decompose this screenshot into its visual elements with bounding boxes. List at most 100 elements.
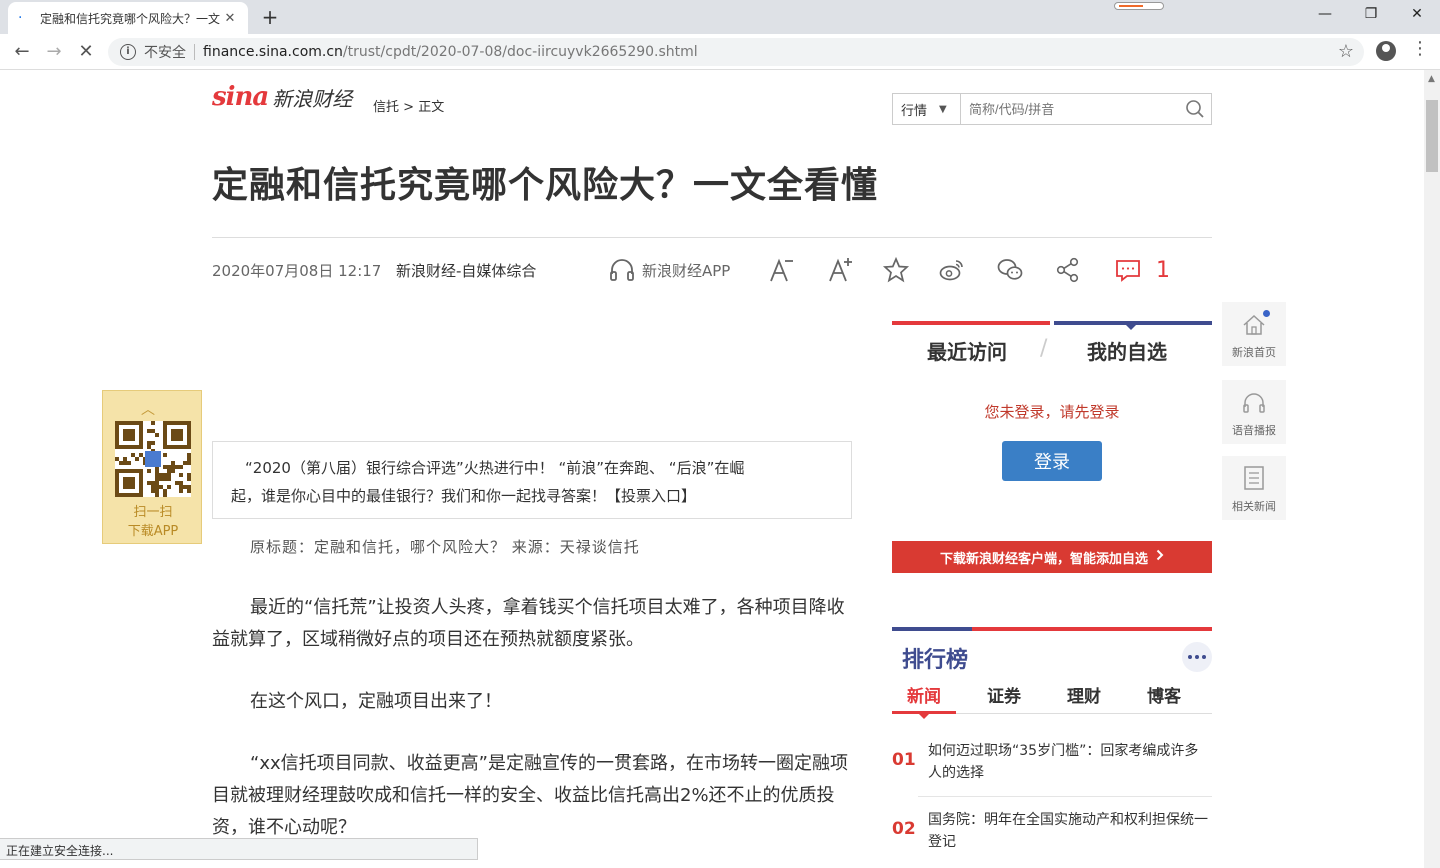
app-link[interactable]: 新浪财经APP (608, 256, 730, 284)
chevron-down-icon: ▼ (939, 103, 947, 115)
browser-toolbar: ← → ✕ i 不安全 finance.sina.com.cn/trust/cp… (0, 34, 1440, 70)
article-meta: 2020年07月08日 12:17 新浪财经-自媒体综合 (212, 260, 536, 282)
paragraph-3: “xx信托项目同款、收益更高”是定融宣传的一贯套路，在市场转一圈定融项目就被理财… (212, 753, 848, 838)
search-type-select[interactable]: 行情 ▼ (893, 94, 961, 124)
loading-spinner-icon: · (18, 10, 23, 26)
article-actions: 新浪财经APP 1 (608, 254, 1212, 286)
maximize-icon[interactable]: ❐ (1348, 0, 1394, 30)
url-path[interactable]: /trust/cpdt/2020-07-08/doc-iircuyvk26652… (343, 44, 698, 60)
tab-divider: / (1040, 336, 1048, 361)
qr-caption: 扫一扫 下载APP (103, 503, 203, 541)
address-bar[interactable]: i 不安全 finance.sina.com.cn/trust/cpdt/202… (108, 38, 1364, 66)
scroll-thumb[interactable] (1426, 100, 1438, 172)
qr-line-scan: 扫一扫 (133, 505, 173, 520)
paragraph-1: 最近的“信托荒”让投资人头疼，拿着钱买个信托项目太难了，各种项目降收益就算了，区… (212, 597, 845, 650)
article-date: 2020年07月08日 12:17 (212, 262, 382, 280)
forward-arrow-icon[interactable]: → (42, 40, 66, 64)
bookmark-star-icon[interactable]: ☆ (1338, 41, 1354, 62)
article-title: 定融和信托究竟哪个风险大？一文全看懂 (212, 165, 879, 206)
page-scrollbar[interactable]: ▲ (1424, 70, 1440, 868)
more-options-icon[interactable] (1182, 642, 1212, 672)
search-type-value: 行情 (901, 103, 928, 119)
notification-dot (1263, 310, 1270, 317)
insecure-label[interactable]: 不安全 (144, 42, 186, 62)
app-label: 新浪财经APP (642, 261, 731, 280)
comment-count: 1 (1156, 257, 1170, 283)
original-title-line: 原标题：定融和信托，哪个风险大？ 来源：天禄谈信托 (250, 538, 640, 556)
home-icon (1242, 314, 1266, 340)
ranking-title: 排行榜 (902, 648, 969, 673)
quote-search: 行情 ▼ (892, 93, 1212, 125)
tab-news[interactable]: 新闻 (892, 682, 956, 707)
font-decrease-icon[interactable] (768, 256, 796, 284)
tab-title: 定融和信托究竟哪个风险大？一文 (40, 11, 221, 26)
breadcrumb-sep: > (403, 100, 415, 115)
tab-securities[interactable]: 证券 (972, 682, 1036, 707)
download-app-qr-panel[interactable]: ︿ 扫一扫 下载APP (102, 390, 202, 544)
back-arrow-icon[interactable]: ← (10, 40, 34, 64)
close-window-icon[interactable]: ✕ (1394, 0, 1440, 30)
web-page: sina 新浪财经 信托 > 正文 行情 ▼ 定融和信托究竟哪个风险大？一文全看… (0, 70, 1424, 868)
chevron-right-icon (1156, 549, 1164, 565)
close-tab-icon[interactable]: ✕ (222, 11, 238, 26)
download-client-banner[interactable]: 下载新浪财经客户端，智能添加自选 (892, 541, 1212, 573)
browser-tab-bar: · 定融和信托究竟哪个风险大？一文 ✕ + — ❐ ✕ (0, 0, 1440, 34)
dock-related[interactable]: 相关新闻 (1222, 456, 1286, 520)
new-tab-button[interactable]: + (258, 6, 282, 30)
dock-voice[interactable]: 语音播报 (1222, 380, 1286, 444)
title-divider (212, 237, 1212, 238)
dock-home-label: 新浪首页 (1232, 346, 1276, 359)
chevron-up-icon[interactable]: ︿ (141, 399, 155, 419)
login-prompt: 您未登录，请先登录 (984, 403, 1120, 421)
profile-avatar-icon[interactable] (1376, 41, 1396, 61)
ranking-headline[interactable]: 国务院：明年在全国实施动产和权利担保统一登记 (928, 809, 1208, 853)
tab-blog[interactable]: 博客 (1132, 682, 1196, 707)
browser-tab[interactable]: · 定融和信托究竟哪个风险大？一文 ✕ (8, 2, 248, 34)
minimize-icon[interactable]: — (1302, 0, 1348, 30)
breadcrumb-trust[interactable]: 信托 (373, 100, 399, 115)
breadcrumb: 信托 > 正文 (373, 96, 444, 115)
share-icon[interactable] (1054, 256, 1082, 284)
tab-my-watchlist[interactable]: 我的自选 (1087, 336, 1167, 365)
weibo-share-icon[interactable] (938, 256, 966, 284)
qr-code (115, 421, 191, 497)
font-increase-icon[interactable] (827, 256, 855, 284)
search-icon[interactable] (1179, 94, 1211, 124)
notice-line-2: 起，谁是你心目中的最佳银行？我们和你一起找寻答案！【投票入口】 (231, 487, 697, 505)
dock-related-label: 相关新闻 (1232, 500, 1276, 513)
sina-finance-logo[interactable]: sina 新浪财经 (212, 82, 352, 112)
tab-search-indicator[interactable] (1114, 2, 1164, 10)
sina-logo-text: sina (212, 82, 269, 112)
stop-loading-icon[interactable]: ✕ (74, 40, 98, 64)
browser-menu-icon[interactable]: ⋮ (1410, 38, 1430, 59)
tab-recent-visits[interactable]: 最近访问 (927, 336, 1007, 365)
tab-finance[interactable]: 理财 (1052, 682, 1116, 707)
qr-line-download: 下载APP (127, 524, 179, 539)
site-name: 新浪财经 (272, 86, 353, 111)
comment-icon (1114, 256, 1142, 284)
ranking-tabs: 新闻 证券 理财 博客 (892, 682, 1212, 714)
scroll-up-icon[interactable]: ▲ (1428, 74, 1435, 84)
dock-voice-label: 语音播报 (1232, 424, 1276, 437)
article-source[interactable]: 新浪财经-自媒体综合 (396, 260, 536, 281)
breadcrumb-current: 正文 (418, 100, 445, 115)
info-icon[interactable]: i (120, 44, 136, 60)
login-button[interactable]: 登录 (1002, 441, 1102, 481)
vote-notice-box[interactable]: “2020（第八届）银行综合评选”火热进行中！ “前浪”在奔跑、 “后浪”在崛 … (212, 441, 852, 519)
headphones-icon (1242, 392, 1266, 418)
comment-button[interactable]: 1 (1114, 256, 1170, 284)
document-list-icon (1243, 466, 1265, 494)
status-bar: 正在建立安全连接... (0, 838, 478, 860)
ranking-number: 02 (892, 819, 916, 839)
star-favorite-icon[interactable] (882, 256, 910, 284)
ranking-headline[interactable]: 如何迈过职场“35岁门槛”：回家考编成许多人的选择 (928, 740, 1208, 784)
url-host[interactable]: finance.sina.com.cn (203, 44, 343, 60)
dock-home[interactable]: 新浪首页 (1222, 302, 1286, 366)
headphones-icon (608, 256, 636, 284)
wechat-share-icon[interactable] (996, 256, 1024, 284)
tab-indicator-recent (892, 321, 1050, 325)
notice-line-1: “2020（第八届）银行综合评选”火热进行中！ “前浪”在奔跑、 “后浪”在崛 (245, 459, 745, 477)
paragraph-2: 在这个风口，定融项目出来了！ (250, 691, 502, 712)
ranking-number: 01 (892, 750, 916, 770)
search-input[interactable] (961, 94, 1179, 124)
